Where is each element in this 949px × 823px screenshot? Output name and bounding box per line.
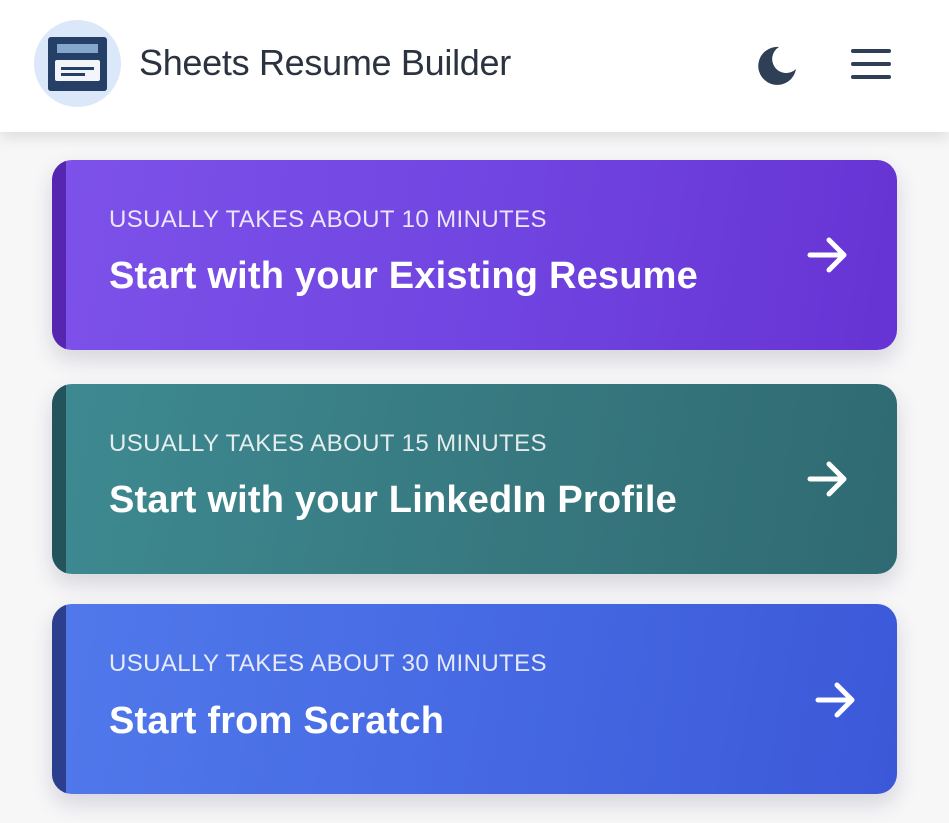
start-existing-resume-card[interactable]: USUALLY TAKES ABOUT 10 MINUTES Start wit… (52, 160, 897, 350)
card-edge (52, 604, 66, 794)
app-title: Sheets Resume Builder (139, 42, 511, 83)
start-from-scratch-card[interactable]: USUALLY TAKES ABOUT 30 MINUTES Start fro… (52, 604, 897, 794)
card-edge (52, 160, 66, 350)
app-logo[interactable] (34, 20, 121, 107)
card-duration: USUALLY TAKES ABOUT 10 MINUTES (109, 206, 547, 233)
card-title: Start with your Existing Resume (109, 255, 698, 297)
arrow-right-icon (807, 237, 847, 273)
document-card-icon (48, 37, 107, 91)
start-linkedin-card[interactable]: USUALLY TAKES ABOUT 15 MINUTES Start wit… (52, 384, 897, 574)
card-edge (52, 384, 66, 574)
app-header: Sheets Resume Builder (0, 0, 949, 132)
arrow-right-icon (815, 682, 855, 718)
card-title: Start with your LinkedIn Profile (109, 479, 678, 521)
card-title: Start from Scratch (109, 700, 445, 742)
card-duration: USUALLY TAKES ABOUT 30 MINUTES (109, 650, 547, 677)
card-duration: USUALLY TAKES ABOUT 15 MINUTES (109, 430, 547, 457)
arrow-right-icon (807, 461, 847, 497)
menu-button[interactable] (846, 40, 896, 88)
moon-icon (758, 46, 796, 85)
start-options: USUALLY TAKES ABOUT 10 MINUTES Start wit… (0, 132, 949, 823)
hamburger-menu-icon (851, 49, 891, 79)
theme-toggle-button[interactable] (752, 40, 800, 88)
